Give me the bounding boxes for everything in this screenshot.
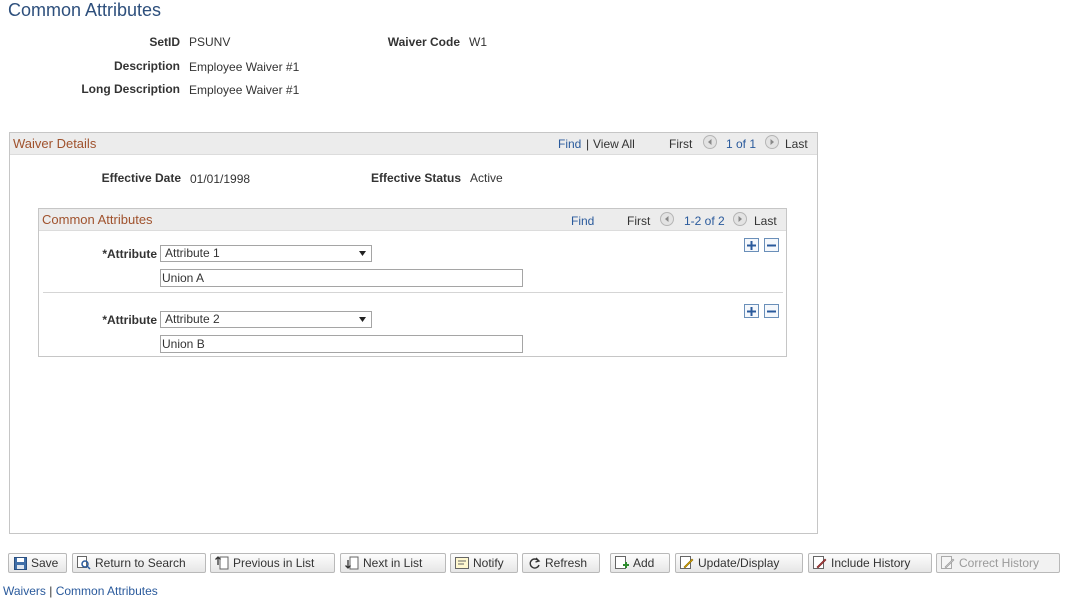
common-attributes-header: Common Attributes Find First 1-2 of 2 La… (39, 209, 786, 231)
save-label: Save (31, 556, 59, 570)
effective-status-value: Active (470, 171, 503, 185)
waiver-row-count: 1 of 1 (726, 137, 757, 151)
minus-icon (767, 244, 776, 246)
attribute-select[interactable]: Attribute 2 (160, 311, 372, 328)
waiver-last-label: Last (785, 137, 808, 151)
attributes-next-button[interactable] (733, 212, 747, 226)
add-row-button[interactable] (744, 238, 759, 252)
update-display-label: Update/Display (698, 556, 780, 570)
delete-row-button[interactable] (764, 238, 779, 252)
notify-icon (455, 556, 469, 570)
attributes-row-count: 1-2 of 2 (684, 214, 725, 228)
next-in-list-button[interactable]: Next in List (340, 553, 446, 573)
next-in-list-label: Next in List (363, 556, 423, 570)
attributes-find-link[interactable]: Find (571, 214, 594, 228)
row-divider (43, 292, 783, 293)
next-icon (345, 556, 359, 570)
search-return-icon (77, 556, 91, 570)
waiver-view-all-link[interactable]: View All (593, 137, 635, 151)
history-icon (813, 556, 827, 570)
notify-button[interactable]: Notify (450, 553, 518, 573)
correct-history-button[interactable]: Correct History (936, 553, 1060, 573)
description-label: Description (113, 59, 180, 73)
setid-value: PSUNV (189, 35, 231, 49)
waiver-code-value: W1 (469, 35, 487, 49)
waivers-link[interactable]: Waivers (3, 584, 46, 598)
left-arrow-icon (665, 216, 669, 222)
previous-in-list-label: Previous in List (233, 556, 315, 570)
right-arrow-icon (770, 139, 774, 145)
attribute-label: *Attribute (102, 313, 157, 327)
refresh-icon (527, 556, 541, 570)
waiver-find-link[interactable]: Find (558, 137, 581, 151)
refresh-button[interactable]: Refresh (522, 553, 600, 573)
update-display-button[interactable]: Update/Display (675, 553, 803, 573)
attribute-label: *Attribute (102, 247, 157, 261)
waiver-details-title: Waiver Details (13, 136, 97, 151)
setid-label: SetID (149, 35, 180, 49)
add-label: Add (633, 556, 655, 570)
long-description-value: Employee Waiver #1 (189, 83, 300, 97)
return-to-search-label: Return to Search (95, 556, 186, 570)
floppy-icon (13, 556, 27, 570)
attribute-select-value: Attribute 2 (165, 312, 220, 326)
effective-status-label: Effective Status (370, 171, 461, 185)
correct-history-icon (941, 556, 955, 570)
effective-date-value: 01/01/1998 (190, 172, 251, 186)
waiver-first-label: First (669, 137, 693, 151)
include-history-button[interactable]: Include History (808, 553, 932, 573)
page-title: Common Attributes (8, 0, 162, 20)
waiver-code-label: Waiver Code (387, 35, 460, 49)
return-to-search-button[interactable]: Return to Search (72, 553, 206, 573)
description-value: Employee Waiver #1 (189, 60, 300, 74)
previous-icon (215, 556, 229, 570)
attributes-prev-button[interactable] (660, 212, 674, 226)
waiver-details-header: Waiver Details Find | View All First 1 o… (10, 133, 817, 155)
caret-down-icon (359, 317, 366, 322)
plus-icon (747, 306, 756, 316)
left-arrow-icon (708, 139, 712, 145)
notify-label: Notify (473, 556, 504, 570)
waiver-prev-button[interactable] (703, 135, 717, 149)
long-description-label: Long Description (81, 82, 180, 96)
common-attributes-link[interactable]: Common Attributes (56, 584, 158, 598)
footer-links: Waivers | Common Attributes (3, 584, 158, 598)
waiver-next-button[interactable] (765, 135, 779, 149)
attribute-select[interactable]: Attribute 1 (160, 245, 372, 262)
correct-history-label: Correct History (959, 556, 1040, 570)
attribute-description-field[interactable]: Union B (160, 335, 523, 353)
add-row-button[interactable] (744, 304, 759, 318)
caret-down-icon (359, 251, 366, 256)
effective-date-label: Effective Date (101, 171, 181, 185)
add-icon (615, 556, 629, 570)
right-arrow-icon (738, 216, 742, 222)
include-history-label: Include History (831, 556, 911, 570)
previous-in-list-button[interactable]: Previous in List (210, 553, 335, 573)
add-button[interactable]: Add (610, 553, 670, 573)
footer-separator: | (49, 584, 53, 598)
plus-icon (747, 240, 756, 250)
refresh-label: Refresh (545, 556, 588, 570)
update-icon (680, 556, 694, 570)
waiver-nav-separator: | (586, 137, 590, 151)
delete-row-button[interactable] (764, 304, 779, 318)
minus-icon (767, 310, 776, 312)
attribute-select-value: Attribute 1 (165, 246, 220, 260)
save-button[interactable]: Save (8, 553, 67, 573)
common-attributes-title: Common Attributes (42, 212, 153, 227)
attributes-last-label: Last (754, 214, 777, 228)
attributes-first-label: First (627, 214, 651, 228)
attribute-description-field[interactable]: Union A (160, 269, 523, 287)
